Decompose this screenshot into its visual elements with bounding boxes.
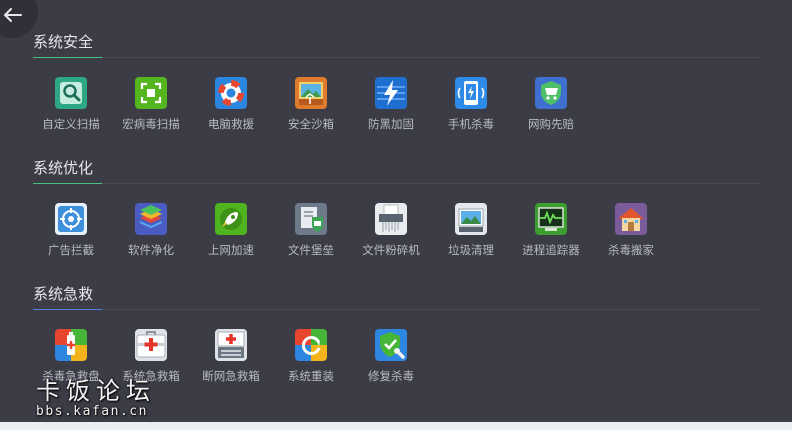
repair-shield-icon	[375, 329, 407, 361]
lightning-shield-icon	[375, 77, 407, 109]
tool-pc-rescue[interactable]: 电脑救援	[191, 77, 271, 132]
watermark: 卡饭论坛 bbs.kafan.cn	[36, 378, 156, 419]
tool-custom-scan[interactable]: 自定义扫描	[31, 77, 111, 132]
usb-rescue-icon	[55, 329, 87, 361]
section-divider	[33, 57, 760, 58]
shredder-icon	[375, 203, 407, 235]
tool-label: 进程追踪器	[522, 243, 580, 257]
lifebuoy-icon	[215, 77, 247, 109]
tool-system-rescue-kit[interactable]: 系统急救箱	[111, 329, 191, 384]
tool-mobile-antivirus[interactable]: 手机杀毒	[431, 77, 511, 132]
tool-repair-antivirus[interactable]: 修复杀毒	[351, 329, 431, 384]
tool-software-purify[interactable]: 软件净化	[111, 203, 191, 258]
network-aid-icon	[215, 329, 247, 361]
tool-macro-scan[interactable]: 宏病毒扫描	[111, 77, 191, 132]
bottom-strip	[0, 422, 792, 430]
section-title: 系统优化	[33, 159, 94, 177]
tool-label: 网购先赔	[528, 117, 574, 131]
tool-ad-block[interactable]: 广告拦截	[31, 203, 111, 258]
tool-junk-clean[interactable]: 垃圾清理	[431, 203, 511, 258]
tool-offline-rescue-kit[interactable]: 断网急救箱	[191, 329, 271, 384]
tool-label: 自定义扫描	[42, 117, 100, 131]
tool-rescue-disk[interactable]: 杀毒急救盘	[31, 329, 111, 384]
tool-label: 文件堡垒	[288, 243, 334, 257]
section-divider	[33, 309, 760, 310]
section-title: 系统安全	[33, 33, 94, 51]
tool-label: 杀毒搬家	[608, 243, 654, 257]
first-aid-kit-icon	[135, 329, 167, 361]
tool-label: 宏病毒扫描	[122, 117, 180, 131]
tool-label: 断网急救箱	[202, 369, 260, 383]
phone-icon	[455, 77, 487, 109]
tool-file-vault[interactable]: 文件堡垒	[271, 203, 351, 258]
section-divider	[33, 183, 760, 184]
section-system-security: 系统安全 自定义扫描 宏病毒扫描 电脑救援 安全沙箱 防黑加固 手机杀毒 网购先…	[33, 31, 760, 131]
section-title: 系统急救	[33, 285, 94, 303]
pulse-monitor-icon	[535, 203, 567, 235]
layers-icon	[135, 203, 167, 235]
watermark-title: 卡饭论坛	[36, 377, 156, 405]
tool-anti-hack[interactable]: 防黑加固	[351, 77, 431, 132]
tool-label: 垃圾清理	[448, 243, 494, 257]
section-system-optimization: 系统优化 广告拦截 软件净化 上网加速 文件堡垒 文件粉碎机 垃圾清理 进程追踪…	[33, 157, 760, 257]
tool-shopping-compensation[interactable]: 网购先赔	[511, 77, 591, 132]
sandbox-icon	[295, 77, 327, 109]
reinstall-icon	[295, 329, 327, 361]
tool-process-tracker[interactable]: 进程追踪器	[511, 203, 591, 258]
house-icon	[615, 203, 647, 235]
magnifier-scan-icon	[55, 77, 87, 109]
tool-label: 上网加速	[208, 243, 254, 257]
target-icon	[55, 203, 87, 235]
tool-sandbox[interactable]: 安全沙箱	[271, 77, 351, 132]
tool-antivirus-move[interactable]: 杀毒搬家	[591, 203, 671, 258]
tool-system-reinstall[interactable]: 系统重装	[271, 329, 351, 384]
rocket-icon	[215, 203, 247, 235]
watermark-url: bbs.kafan.cn	[36, 404, 148, 419]
tool-label: 软件净化	[128, 243, 174, 257]
tool-label: 手机杀毒	[448, 117, 494, 131]
tool-file-shredder[interactable]: 文件粉碎机	[351, 203, 431, 258]
tool-label: 系统重装	[288, 369, 334, 383]
arrow-left-icon	[4, 8, 22, 22]
cart-shield-icon	[535, 77, 567, 109]
tool-label: 防黑加固	[368, 117, 414, 131]
file-vault-icon	[295, 203, 327, 235]
section-system-rescue: 系统急救 杀毒急救盘 系统急救箱 断网急救箱 系统重装 修复杀毒	[33, 283, 760, 383]
tool-label: 安全沙箱	[288, 117, 334, 131]
tool-net-accelerate[interactable]: 上网加速	[191, 203, 271, 258]
tool-label: 电脑救援	[208, 117, 254, 131]
tool-label: 修复杀毒	[368, 369, 414, 383]
tool-label: 文件粉碎机	[362, 243, 420, 257]
tool-label: 广告拦截	[48, 243, 94, 257]
macro-scan-icon	[135, 77, 167, 109]
picture-clean-icon	[455, 203, 487, 235]
